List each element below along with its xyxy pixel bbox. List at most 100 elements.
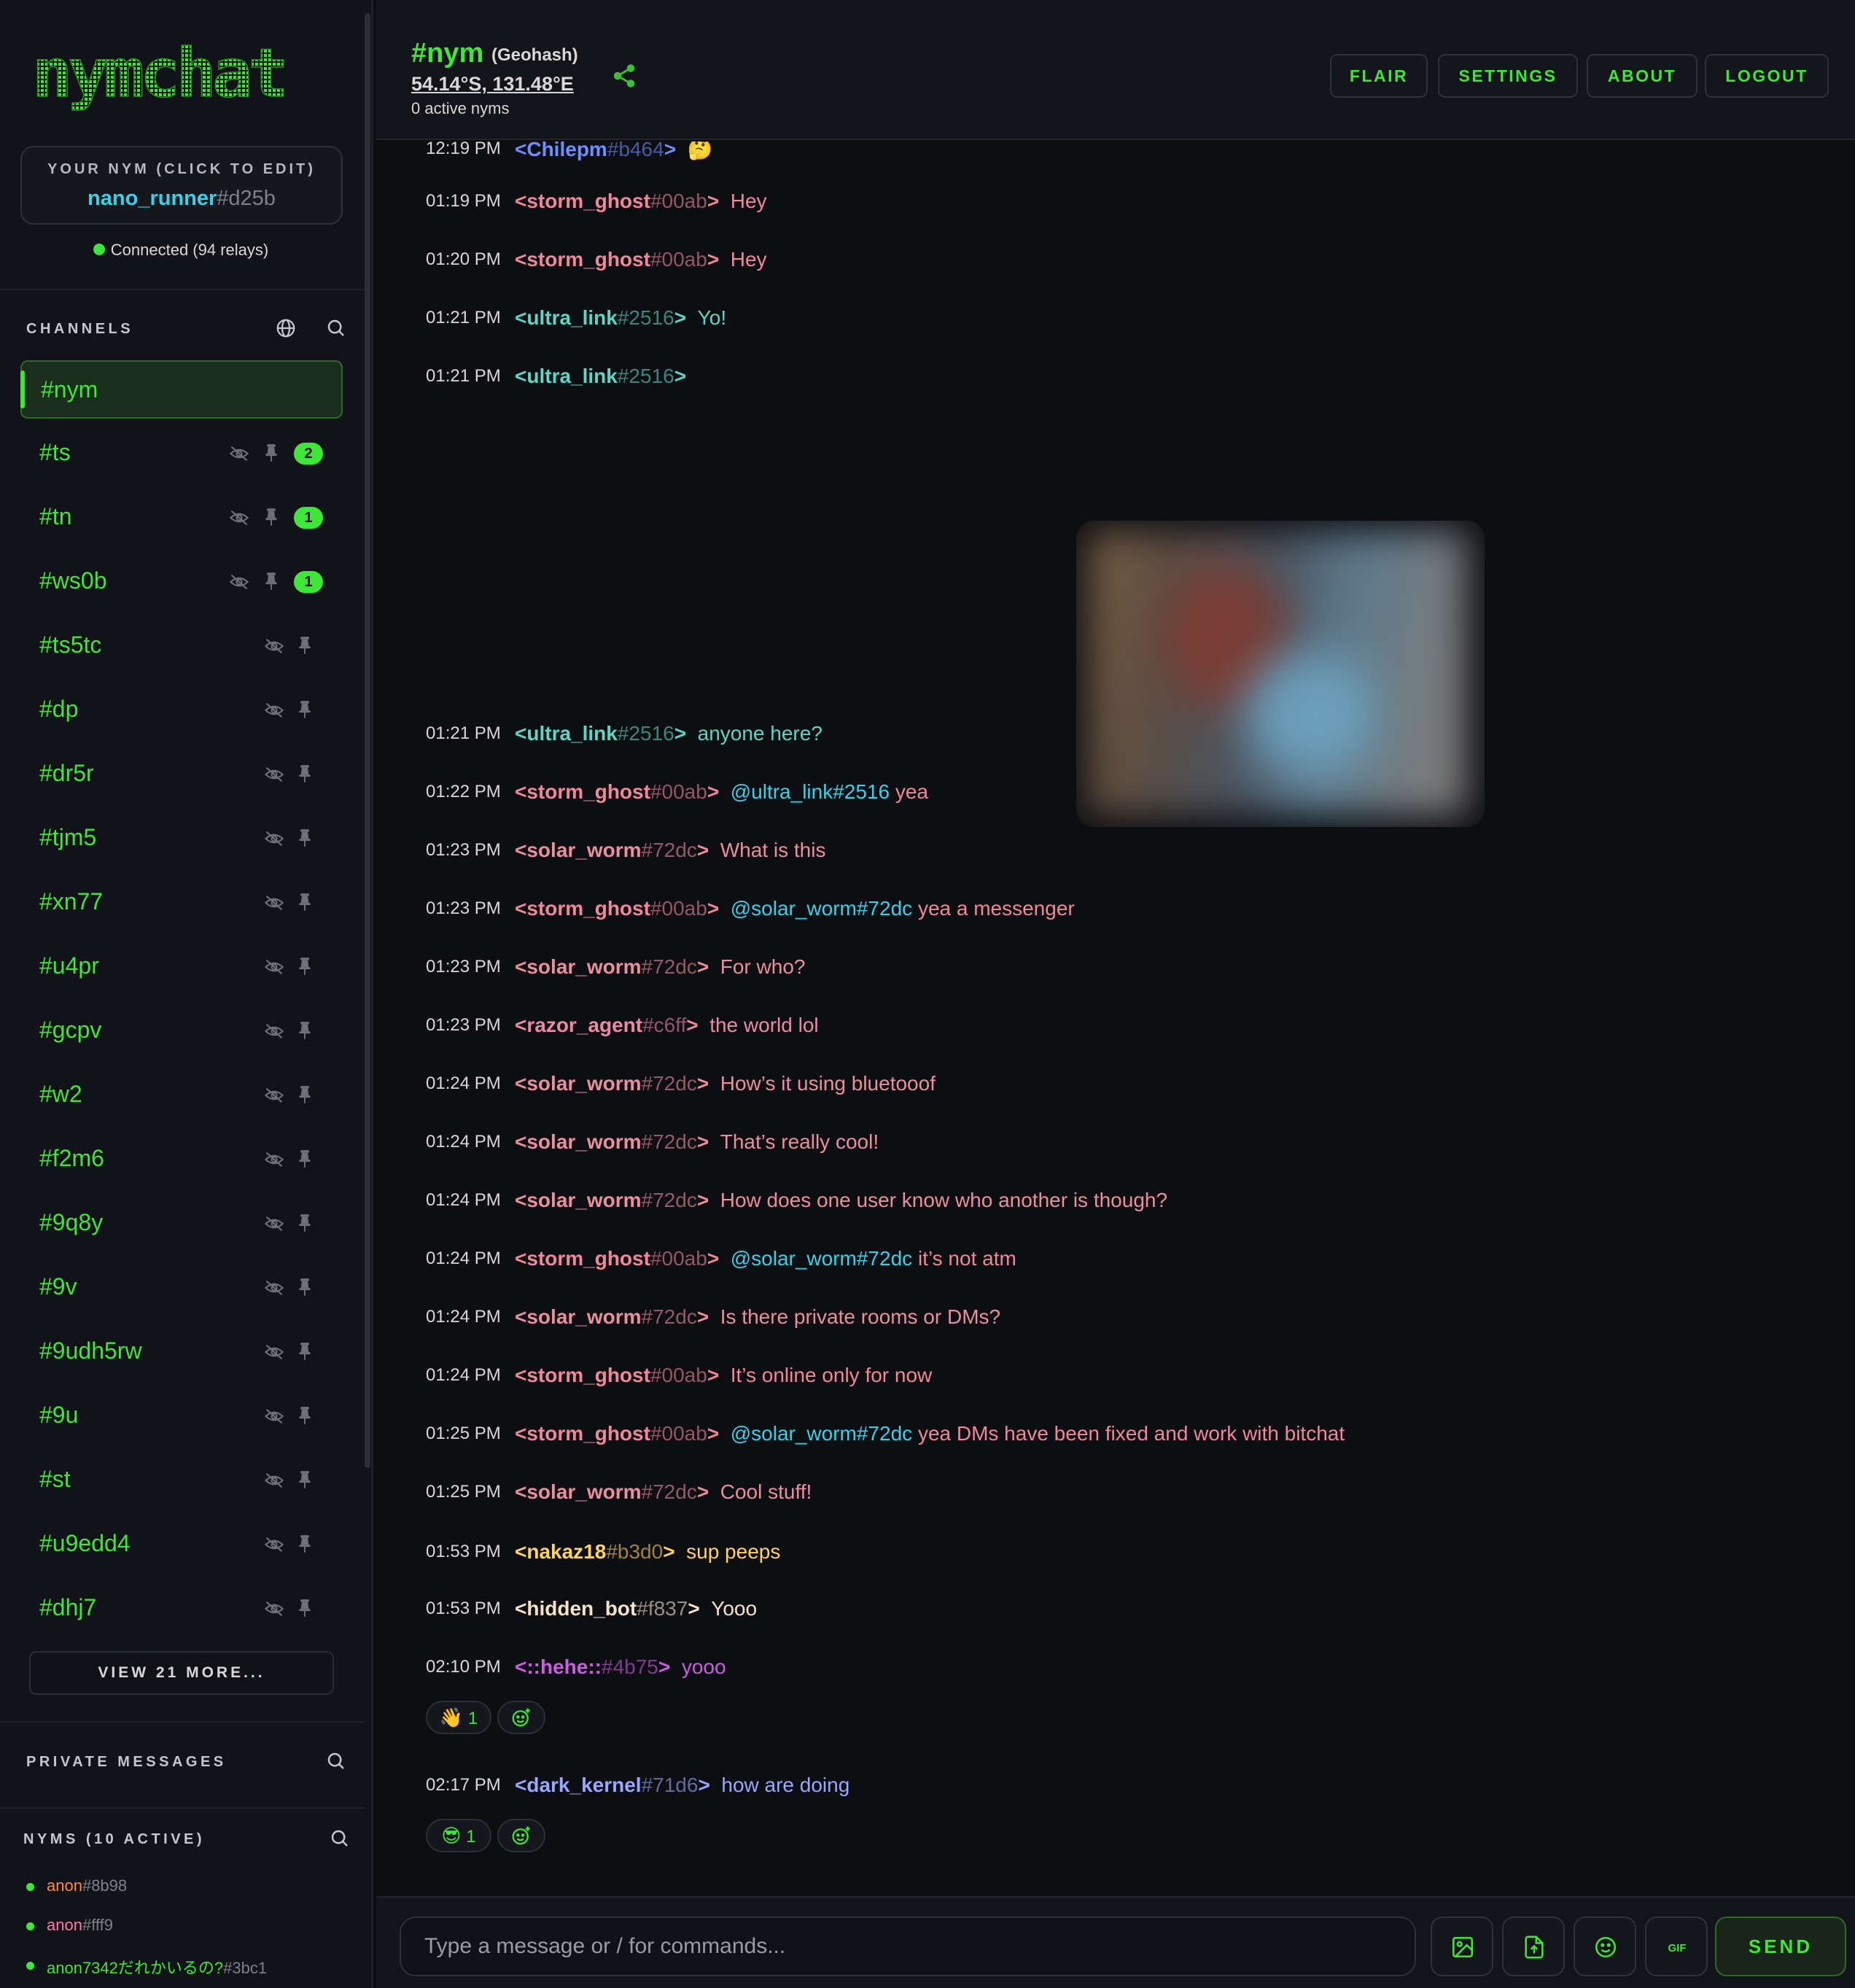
hide-channel-icon[interactable] [229, 445, 249, 462]
pin-icon[interactable] [298, 1534, 312, 1553]
message-author[interactable]: <solar_worm#72dc> [515, 1072, 709, 1095]
message-author[interactable]: <storm_ghost#00ab> [515, 1364, 719, 1386]
pin-icon[interactable] [298, 1085, 312, 1104]
file-upload-button[interactable] [1502, 1917, 1565, 1976]
channel-item[interactable]: #9v [20, 1259, 343, 1317]
mention-link[interactable]: @solar_worm#72dc [731, 1422, 912, 1445]
channel-item[interactable]: #w2 [20, 1066, 343, 1125]
hide-channel-icon[interactable] [264, 637, 284, 655]
message-author[interactable]: <storm_ghost#00ab> [515, 248, 719, 271]
settings-button[interactable]: SETTINGS [1438, 54, 1578, 98]
pin-icon[interactable] [298, 1021, 312, 1040]
channel-item[interactable]: #dp [20, 681, 343, 739]
pin-icon[interactable] [298, 764, 312, 783]
hide-channel-icon[interactable] [264, 1087, 284, 1104]
message-author[interactable]: <storm_ghost#00ab> [515, 1422, 719, 1445]
hide-channel-icon[interactable] [264, 1279, 284, 1297]
pin-icon[interactable] [298, 1470, 312, 1489]
message-author[interactable]: <solar_worm#72dc> [515, 1480, 709, 1503]
hide-channel-icon[interactable] [264, 1407, 284, 1425]
channel-item[interactable]: #ws0b 1 [20, 553, 343, 611]
channel-item[interactable]: #u4pr [20, 938, 343, 996]
add-reaction-icon[interactable] [497, 1701, 545, 1734]
hide-channel-icon[interactable] [264, 958, 284, 976]
message-author[interactable]: <::hehe::#4b75> [515, 1655, 670, 1678]
channel-item[interactable]: #ts5tc [20, 617, 343, 675]
channel-item[interactable]: #f2m6 [20, 1130, 343, 1189]
hide-channel-icon[interactable] [264, 830, 284, 847]
message-author[interactable]: <storm_ghost#00ab> [515, 1247, 719, 1270]
pin-icon[interactable] [264, 508, 279, 527]
channel-item[interactable]: #u9edd4 [20, 1515, 343, 1574]
pin-icon[interactable] [264, 572, 279, 591]
channel-item[interactable]: #ts 2 [20, 424, 343, 483]
message-author[interactable]: <ultra_link#2516> [515, 722, 686, 745]
channel-item[interactable]: #tjm5 [20, 809, 343, 868]
pin-icon[interactable] [298, 700, 312, 719]
channel-item[interactable]: #nym [20, 360, 343, 419]
hide-channel-icon[interactable] [264, 1215, 284, 1232]
pin-icon[interactable] [298, 636, 312, 655]
about-button[interactable]: ABOUT [1587, 54, 1698, 98]
hide-channel-icon[interactable] [264, 1151, 284, 1168]
nym-list-item[interactable]: anon7342だれかいるの?#3bc1 [25, 1953, 368, 1988]
pm-search-icon[interactable] [325, 1750, 347, 1772]
hide-channel-icon[interactable] [229, 573, 249, 591]
view-more-button[interactable]: VIEW 21 MORE... [29, 1651, 334, 1695]
hide-channel-icon[interactable] [264, 1343, 284, 1361]
channel-item[interactable]: #gcpv [20, 1002, 343, 1060]
pin-icon[interactable] [298, 1278, 312, 1297]
message-author[interactable]: <razor_agent#c6ff> [515, 1014, 699, 1036]
pin-icon[interactable] [298, 1599, 312, 1618]
shared-image[interactable] [1076, 521, 1485, 827]
message-author[interactable]: <solar_worm#72dc> [515, 1130, 709, 1153]
pin-icon[interactable] [298, 1342, 312, 1361]
channel-item[interactable]: #tn 1 [20, 489, 343, 547]
globe-icon[interactable] [275, 317, 297, 339]
pin-icon[interactable] [298, 1214, 312, 1232]
message-author[interactable]: <storm_ghost#00ab> [515, 897, 719, 920]
flair-button[interactable]: FLAIR [1330, 54, 1428, 98]
message-author[interactable]: <solar_worm#72dc> [515, 839, 709, 861]
message-author[interactable]: <ultra_link#2516> [515, 306, 686, 329]
nym-list-item[interactable]: anon#8b98 [25, 1874, 368, 1914]
hide-channel-icon[interactable] [264, 1472, 284, 1489]
hide-channel-icon[interactable] [264, 702, 284, 719]
emoji-button[interactable] [1574, 1917, 1636, 1976]
gif-button[interactable]: GIF [1645, 1917, 1708, 1976]
message-author[interactable]: <storm_ghost#00ab> [515, 780, 719, 803]
nyms-search-icon[interactable] [329, 1828, 351, 1849]
message-author[interactable]: <nakaz18#b3d0> [515, 1540, 675, 1563]
message-list[interactable]: 👋 1 😎 1 12:19 PM <Chilepm#b464> 🤔 01:19 PM… [376, 141, 1855, 1895]
message-author[interactable]: <solar_worm#72dc> [515, 1189, 709, 1211]
hide-channel-icon[interactable] [264, 766, 284, 783]
pin-icon[interactable] [298, 1149, 312, 1168]
mention-link[interactable]: @ultra_link#2516 [731, 780, 890, 803]
message-author[interactable]: <storm_ghost#00ab> [515, 190, 719, 212]
pin-icon[interactable] [298, 893, 312, 912]
image-upload-button[interactable] [1431, 1917, 1493, 1976]
message-author[interactable]: <Chilepm#b464> [515, 141, 676, 160]
channel-item[interactable]: #9u [20, 1387, 343, 1445]
nym-list-item[interactable]: anon#fff9 [25, 1914, 368, 1953]
add-reaction-icon[interactable] [497, 1819, 545, 1852]
sidebar-scrollbar[interactable] [365, 13, 370, 1468]
message-author[interactable]: <dark_kernel#71d6> [515, 1774, 710, 1796]
channel-item[interactable]: #st [20, 1451, 343, 1510]
share-icon[interactable] [611, 63, 637, 89]
pin-icon[interactable] [264, 443, 279, 462]
hide-channel-icon[interactable] [264, 1022, 284, 1040]
channel-search-icon[interactable] [325, 317, 347, 339]
channel-item[interactable]: #xn77 [20, 874, 343, 932]
channel-item[interactable]: #9q8y [20, 1195, 343, 1253]
mention-link[interactable]: @solar_worm#72dc [731, 1247, 912, 1270]
message-author[interactable]: <ultra_link#2516> [515, 365, 686, 387]
pin-icon[interactable] [298, 1406, 312, 1425]
pin-icon[interactable] [298, 957, 312, 976]
hide-channel-icon[interactable] [264, 894, 284, 912]
reaction-chip[interactable]: 😎 1 [426, 1819, 491, 1852]
channel-item[interactable]: #dr5r [20, 745, 343, 804]
logout-button[interactable]: LOGOUT [1705, 54, 1829, 98]
message-author[interactable]: <solar_worm#72dc> [515, 1305, 709, 1328]
reaction-chip[interactable]: 👋 1 [426, 1701, 491, 1734]
